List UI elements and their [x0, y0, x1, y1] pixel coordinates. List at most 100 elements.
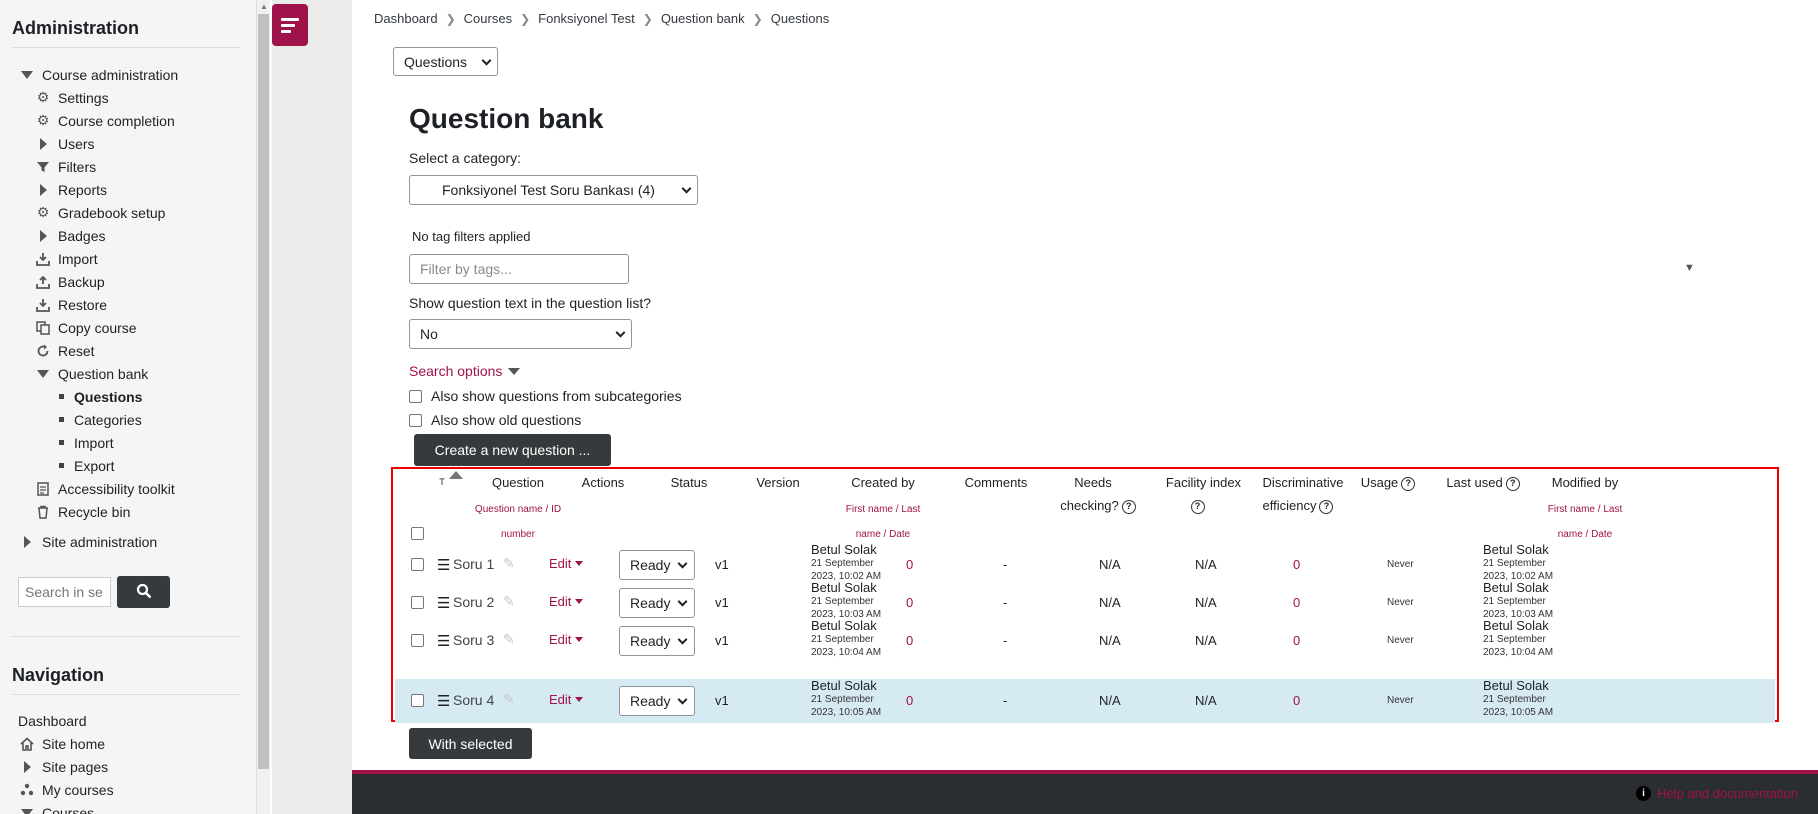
pencil-icon[interactable]: ✎ — [503, 631, 515, 648]
comments-column-header[interactable]: Comments — [951, 471, 1041, 494]
help-icon[interactable]: ? — [1401, 476, 1416, 491]
help-icon[interactable]: ? — [1190, 499, 1205, 514]
sidebar-item-copy-course[interactable]: Copy course — [34, 316, 137, 339]
status-select[interactable]: Ready — [619, 550, 695, 580]
breadcrumb-link[interactable]: Dashboard — [374, 11, 438, 26]
tag-filter-status: No tag filters applied — [412, 229, 531, 244]
page-select[interactable]: Questions — [393, 47, 498, 76]
pencil-icon[interactable]: ✎ — [503, 555, 515, 572]
sidebar-item-accessibility-toolkit[interactable]: Accessibility toolkit — [34, 477, 175, 500]
nav-item-courses[interactable]: Courses — [18, 801, 94, 814]
sidebar-item-questions[interactable]: Questions — [54, 385, 142, 408]
breadcrumb-link[interactable]: Courses — [464, 11, 512, 26]
sidebar-item-restore[interactable]: Restore — [34, 293, 107, 316]
sidebar-item-categories[interactable]: Categories — [54, 408, 142, 431]
old-questions-checkbox[interactable] — [409, 413, 422, 427]
subcategories-option[interactable]: Also show questions from subcategories — [409, 388, 682, 404]
edit-menu[interactable]: Edit — [549, 632, 584, 647]
modified-by-sort-sub[interactable]: First name / Last — [1525, 497, 1645, 522]
type-column-header[interactable]: T — [437, 471, 447, 494]
sidebar-item-export[interactable]: Export — [54, 454, 114, 477]
discriminative-column-header[interactable]: Discriminative — [1253, 471, 1353, 494]
comments-count[interactable]: 0 — [906, 693, 913, 708]
help-icon[interactable]: ? — [1121, 499, 1136, 514]
comments-count[interactable]: 0 — [906, 557, 913, 572]
status-select[interactable]: Ready — [619, 686, 695, 716]
sort-asc-icon[interactable] — [449, 471, 463, 479]
with-selected-button[interactable]: With selected — [409, 728, 532, 759]
old-questions-option[interactable]: Also show old questions — [409, 412, 581, 428]
facility-help[interactable]: ? — [1186, 494, 1206, 517]
pencil-icon[interactable]: ✎ — [503, 593, 515, 610]
sidebar-item-reset[interactable]: Reset — [34, 339, 95, 362]
edit-menu[interactable]: Edit — [549, 692, 584, 707]
last-used: Never — [1387, 559, 1414, 570]
chevron-down-icon — [615, 327, 626, 338]
row-checkbox[interactable] — [411, 634, 424, 647]
help-icon[interactable]: ? — [1505, 476, 1520, 491]
sidebar-item-course-administration[interactable]: Course administration — [18, 63, 178, 86]
edit-menu[interactable]: Edit — [549, 556, 584, 571]
usage-count[interactable]: 0 — [1293, 557, 1300, 572]
drawer-toggle-button[interactable] — [272, 4, 308, 46]
nav-item-site-home[interactable]: Site home — [18, 732, 105, 755]
create-question-button[interactable]: Create a new question ... — [414, 434, 611, 466]
edit-menu[interactable]: Edit — [549, 594, 584, 609]
sidebar-item-settings[interactable]: ⚙ Settings — [34, 86, 109, 109]
nav-item-my-courses[interactable]: My courses — [18, 778, 114, 801]
created-by-column-header[interactable]: Created by — [833, 471, 933, 494]
status-select[interactable]: Ready — [619, 626, 695, 656]
created-by-sort-sub[interactable]: First name / Last — [823, 497, 943, 522]
nav-item-dashboard[interactable]: Dashboard — [18, 709, 87, 732]
facility-index-column-header[interactable]: Facility index — [1156, 471, 1251, 494]
comments-count[interactable]: 0 — [906, 595, 913, 610]
question-column-header[interactable]: Question — [473, 471, 563, 494]
usage-column-header[interactable]: Usage? — [1348, 471, 1428, 494]
sidebar-item-course-completion[interactable]: ⚙ Course completion — [34, 109, 175, 132]
sidebar-item-recycle-bin[interactable]: Recycle bin — [34, 500, 130, 523]
show-text-select[interactable]: No — [409, 319, 632, 349]
subcategories-checkbox[interactable] — [409, 389, 422, 403]
sidebar-item-reports[interactable]: Reports — [34, 178, 107, 201]
tag-filter-input[interactable]: Filter by tags... — [409, 254, 629, 284]
sidebar-item-badges[interactable]: Badges — [34, 224, 105, 247]
category-select[interactable]: Fonksiyonel Test Soru Bankası (4) — [409, 175, 698, 205]
sidebar-item-site-administration[interactable]: Site administration — [18, 530, 157, 553]
sidebar-item-import-questions[interactable]: Import — [54, 431, 114, 454]
nav-item-site-pages[interactable]: Site pages — [18, 755, 108, 778]
version-column-header[interactable]: Version — [738, 471, 818, 494]
select-all-checkbox[interactable] — [411, 527, 424, 540]
help-icon[interactable]: ? — [1319, 499, 1334, 514]
sidebar-item-import[interactable]: Import — [34, 247, 98, 270]
modified-by-column-header[interactable]: Modified by — [1541, 471, 1629, 494]
usage-count[interactable]: 0 — [1293, 595, 1300, 610]
needs-checking: - — [1003, 595, 1008, 610]
sidebar-search-button[interactable] — [117, 576, 170, 608]
sidebar-item-users[interactable]: Users — [34, 132, 95, 155]
sidebar-item-backup[interactable]: Backup — [34, 270, 105, 293]
usage-count[interactable]: 0 — [1293, 693, 1300, 708]
breadcrumb-link[interactable]: Fonksiyonel Test — [538, 11, 635, 26]
sidebar-item-question-bank[interactable]: Question bank — [34, 362, 148, 385]
sidebar-item-filters[interactable]: Filters — [34, 155, 96, 178]
row-checkbox[interactable] — [411, 558, 424, 571]
question-sort-sub[interactable]: Question name / ID — [458, 497, 578, 522]
row-checkbox[interactable] — [411, 596, 424, 609]
usage-count[interactable]: 0 — [1293, 633, 1300, 648]
needs-checking-column-header[interactable]: Needs — [1053, 471, 1133, 494]
scroll-up-icon[interactable]: ▲ — [260, 2, 268, 11]
scrollbar-thumb[interactable] — [258, 14, 269, 769]
comments-count[interactable]: 0 — [906, 633, 913, 648]
sidebar-search-input[interactable] — [18, 577, 111, 607]
sidebar-scrollbar[interactable]: ▲ — [256, 0, 270, 814]
status-column-header[interactable]: Status — [649, 471, 729, 494]
tag-dropdown-arrow-icon[interactable]: ▼ — [1684, 262, 1695, 274]
breadcrumb-link[interactable]: Question bank — [661, 11, 745, 26]
pencil-icon[interactable]: ✎ — [503, 691, 515, 708]
help-documentation-link[interactable]: i Help and documentation — [1636, 786, 1798, 801]
search-options-toggle[interactable]: Search options — [409, 363, 521, 379]
last-used-column-header[interactable]: Last used? — [1438, 471, 1528, 494]
status-select[interactable]: Ready — [619, 588, 695, 618]
sidebar-item-gradebook-setup[interactable]: ⚙ Gradebook setup — [34, 201, 166, 224]
row-checkbox[interactable] — [411, 694, 424, 707]
